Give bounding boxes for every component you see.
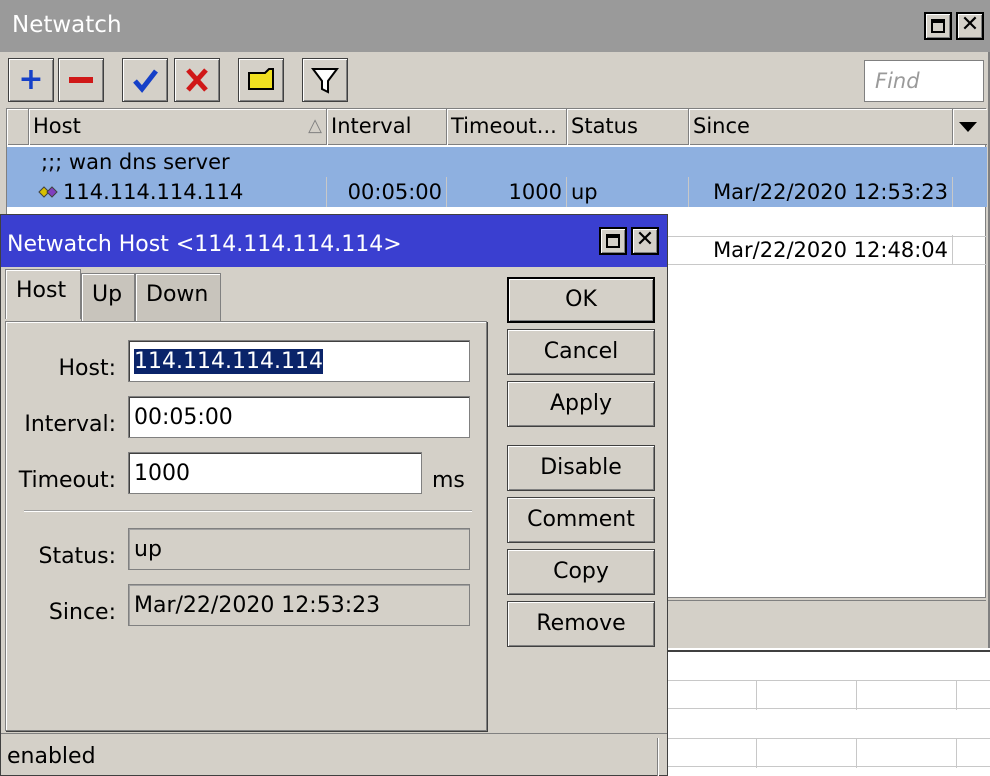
- apply-button[interactable]: Apply: [507, 381, 655, 427]
- host-label: Host:: [58, 356, 116, 381]
- sort-asc-icon: △: [308, 115, 322, 136]
- timeout-cell: 1000: [447, 177, 567, 207]
- dropdown-arrow-icon: [959, 122, 977, 132]
- column-menu-button[interactable]: [953, 109, 987, 145]
- since-field: Mar/22/2020 12:53:23: [128, 584, 470, 626]
- host-value: 114.114.114.114: [134, 349, 323, 374]
- status-cell: up: [567, 177, 689, 207]
- add-button[interactable]: +: [8, 58, 54, 102]
- interval-field[interactable]: 00:05:00: [128, 396, 470, 438]
- dialog-close-button[interactable]: ✕: [631, 227, 659, 255]
- comment-icon: [239, 59, 283, 101]
- comment-text: ;;; wan dns server: [41, 150, 230, 174]
- timeout-label: Timeout:: [18, 468, 116, 493]
- remove-button[interactable]: Remove: [507, 601, 655, 647]
- netwatch-status-icon: [38, 186, 58, 198]
- grid-line: [668, 680, 990, 681]
- status-field: up: [128, 528, 470, 570]
- since-cell: Mar/22/2020 12:53:23: [689, 177, 953, 207]
- grid-line: [756, 738, 757, 768]
- table-row[interactable]: 114.114.114.114 00:05:00 1000 up Mar/22/…: [7, 177, 987, 207]
- tab-up[interactable]: Up: [81, 273, 135, 321]
- table-header: Host △ Interval Timeout... Status Since: [7, 109, 987, 145]
- timeout-unit: ms: [432, 468, 465, 493]
- dialog-titlebar[interactable]: Netwatch Host <114.114.114.114> ✕: [1, 215, 667, 267]
- column-header-status[interactable]: Status: [567, 109, 689, 145]
- since-label: Since:: [48, 600, 116, 625]
- remove-button[interactable]: [58, 58, 104, 102]
- column-header-select[interactable]: [7, 109, 29, 145]
- column-header-interval[interactable]: Interval: [327, 109, 447, 145]
- window-title: Netwatch: [12, 12, 122, 38]
- tab-host[interactable]: Host: [5, 269, 81, 319]
- dialog-status-text: enabled: [7, 744, 96, 769]
- dialog-status-bar: enabled: [1, 733, 667, 776]
- x-mark-icon: [175, 59, 219, 101]
- comment-button[interactable]: [238, 58, 284, 102]
- grid-line: [668, 766, 990, 767]
- dialog-maximize-button[interactable]: [599, 227, 627, 255]
- tab-down[interactable]: Down: [135, 273, 221, 321]
- grid-line: [956, 680, 957, 710]
- status-label: Status:: [38, 544, 116, 569]
- since-cell: Mar/22/2020 12:48:04: [689, 235, 953, 265]
- interval-cell: 00:05:00: [327, 177, 447, 207]
- column-header-host[interactable]: Host △: [29, 109, 327, 145]
- grid-line: [668, 708, 990, 709]
- checkmark-icon: [123, 59, 167, 101]
- status-divider: [657, 738, 659, 776]
- grid-line: [956, 738, 957, 768]
- netwatch-host-dialog: Netwatch Host <114.114.114.114> ✕ Host U…: [0, 214, 668, 776]
- find-input[interactable]: Find: [864, 60, 984, 102]
- close-icon: ✕: [635, 227, 655, 252]
- background-window: [668, 650, 990, 776]
- disable-button[interactable]: Disable: [507, 445, 655, 491]
- maximize-icon: [606, 234, 620, 248]
- disable-button[interactable]: [174, 58, 220, 102]
- column-header-timeout[interactable]: Timeout...: [447, 109, 567, 145]
- cancel-button[interactable]: Cancel: [507, 329, 655, 375]
- filter-icon: [303, 59, 347, 101]
- dialog-title: Netwatch Host <114.114.114.114>: [7, 232, 402, 257]
- grid-line: [856, 738, 857, 768]
- maximize-icon: [931, 19, 945, 33]
- comment-button[interactable]: Comment: [507, 497, 655, 543]
- timeout-field[interactable]: 1000: [128, 452, 422, 494]
- column-header-since[interactable]: Since: [689, 109, 953, 145]
- window-titlebar[interactable]: Netwatch ✕: [0, 0, 990, 52]
- add-icon: +: [18, 62, 44, 97]
- host-field[interactable]: 114.114.114.114: [128, 340, 470, 382]
- close-icon: ✕: [960, 12, 980, 37]
- maximize-button[interactable]: [924, 12, 952, 40]
- enable-button[interactable]: [122, 58, 168, 102]
- interval-label: Interval:: [24, 412, 116, 437]
- filter-button[interactable]: [302, 58, 348, 102]
- ok-button[interactable]: OK: [507, 277, 655, 323]
- comment-row[interactable]: ;;; wan dns server: [7, 147, 987, 177]
- grid-line: [668, 738, 990, 739]
- grid-line: [856, 680, 857, 710]
- close-button[interactable]: ✕: [956, 12, 984, 40]
- separator: [24, 510, 472, 512]
- remove-icon: [59, 59, 103, 101]
- grid-line: [756, 680, 757, 710]
- host-tab-panel: Host: 114.114.114.114 Interval: 00:05:00…: [5, 321, 487, 731]
- copy-button[interactable]: Copy: [507, 549, 655, 595]
- host-cell: 114.114.114.114: [33, 177, 327, 207]
